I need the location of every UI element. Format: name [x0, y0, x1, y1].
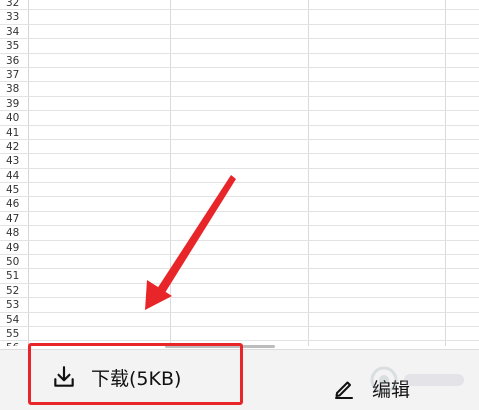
table-row: 33 — [0, 10, 479, 25]
table-row: 40 — [0, 111, 479, 126]
row-number: 55 — [0, 326, 29, 341]
table-row: 36 — [0, 53, 479, 68]
table-row: 37 — [0, 67, 479, 83]
table-row: 50 — [0, 255, 479, 270]
row-number: 34 — [0, 24, 29, 39]
table-row: 39 — [0, 96, 479, 112]
row-number: 46 — [0, 197, 29, 211]
table-row: 53 — [0, 298, 479, 313]
spreadsheet-preview-screen: 32 33 34 35 36 37 38 39 40 41 42 43 44 4… — [0, 0, 479, 410]
table-row: 52 — [0, 283, 479, 299]
row-number: 41 — [0, 125, 29, 139]
table-row: 44 — [0, 168, 479, 184]
table-row: 48 — [0, 226, 479, 241]
row-number: 54 — [0, 312, 29, 326]
row-number: 47 — [0, 211, 29, 226]
row-number: 50 — [0, 255, 29, 269]
table-row: 51 — [0, 269, 479, 284]
row-number: 42 — [0, 139, 29, 154]
table-row: 43 — [0, 154, 479, 169]
row-number: 49 — [0, 240, 29, 255]
row-number: 40 — [0, 111, 29, 125]
table-row: 42 — [0, 139, 479, 155]
table-row: 49 — [0, 240, 479, 256]
table-row: 55 — [0, 326, 479, 342]
watermark-icon — [370, 366, 464, 394]
row-number: 53 — [0, 298, 29, 312]
download-label: 下载(5KB) — [91, 367, 182, 390]
spreadsheet-grid[interactable]: 32 33 34 35 36 37 38 39 40 41 42 43 44 4… — [0, 0, 479, 346]
row-number: 36 — [0, 53, 29, 67]
row-number: 52 — [0, 283, 29, 298]
table-row: 46 — [0, 197, 479, 212]
row-number: 51 — [0, 269, 29, 283]
row-number: 44 — [0, 168, 29, 183]
row-number: 35 — [0, 39, 29, 53]
row-number: 43 — [0, 154, 29, 168]
table-row: 34 — [0, 24, 479, 40]
row-number: 45 — [0, 183, 29, 197]
table-row: 54 — [0, 312, 479, 327]
row-number: 38 — [0, 82, 29, 96]
row-number: 56 — [0, 341, 29, 346]
row-number: 37 — [0, 67, 29, 82]
pencil-icon — [335, 381, 353, 399]
download-button[interactable]: 下载(5KB) — [28, 343, 243, 405]
row-number: 39 — [0, 96, 29, 111]
table-row: 35 — [0, 39, 479, 54]
download-icon — [54, 366, 74, 387]
row-number: 33 — [0, 10, 29, 24]
table-row: 41 — [0, 125, 479, 140]
table-row: 32 — [0, 0, 479, 11]
row-number: 48 — [0, 226, 29, 240]
row-number: 32 — [0, 0, 29, 10]
table-row: 45 — [0, 183, 479, 198]
table-row: 38 — [0, 82, 479, 97]
table-row: 47 — [0, 211, 479, 227]
